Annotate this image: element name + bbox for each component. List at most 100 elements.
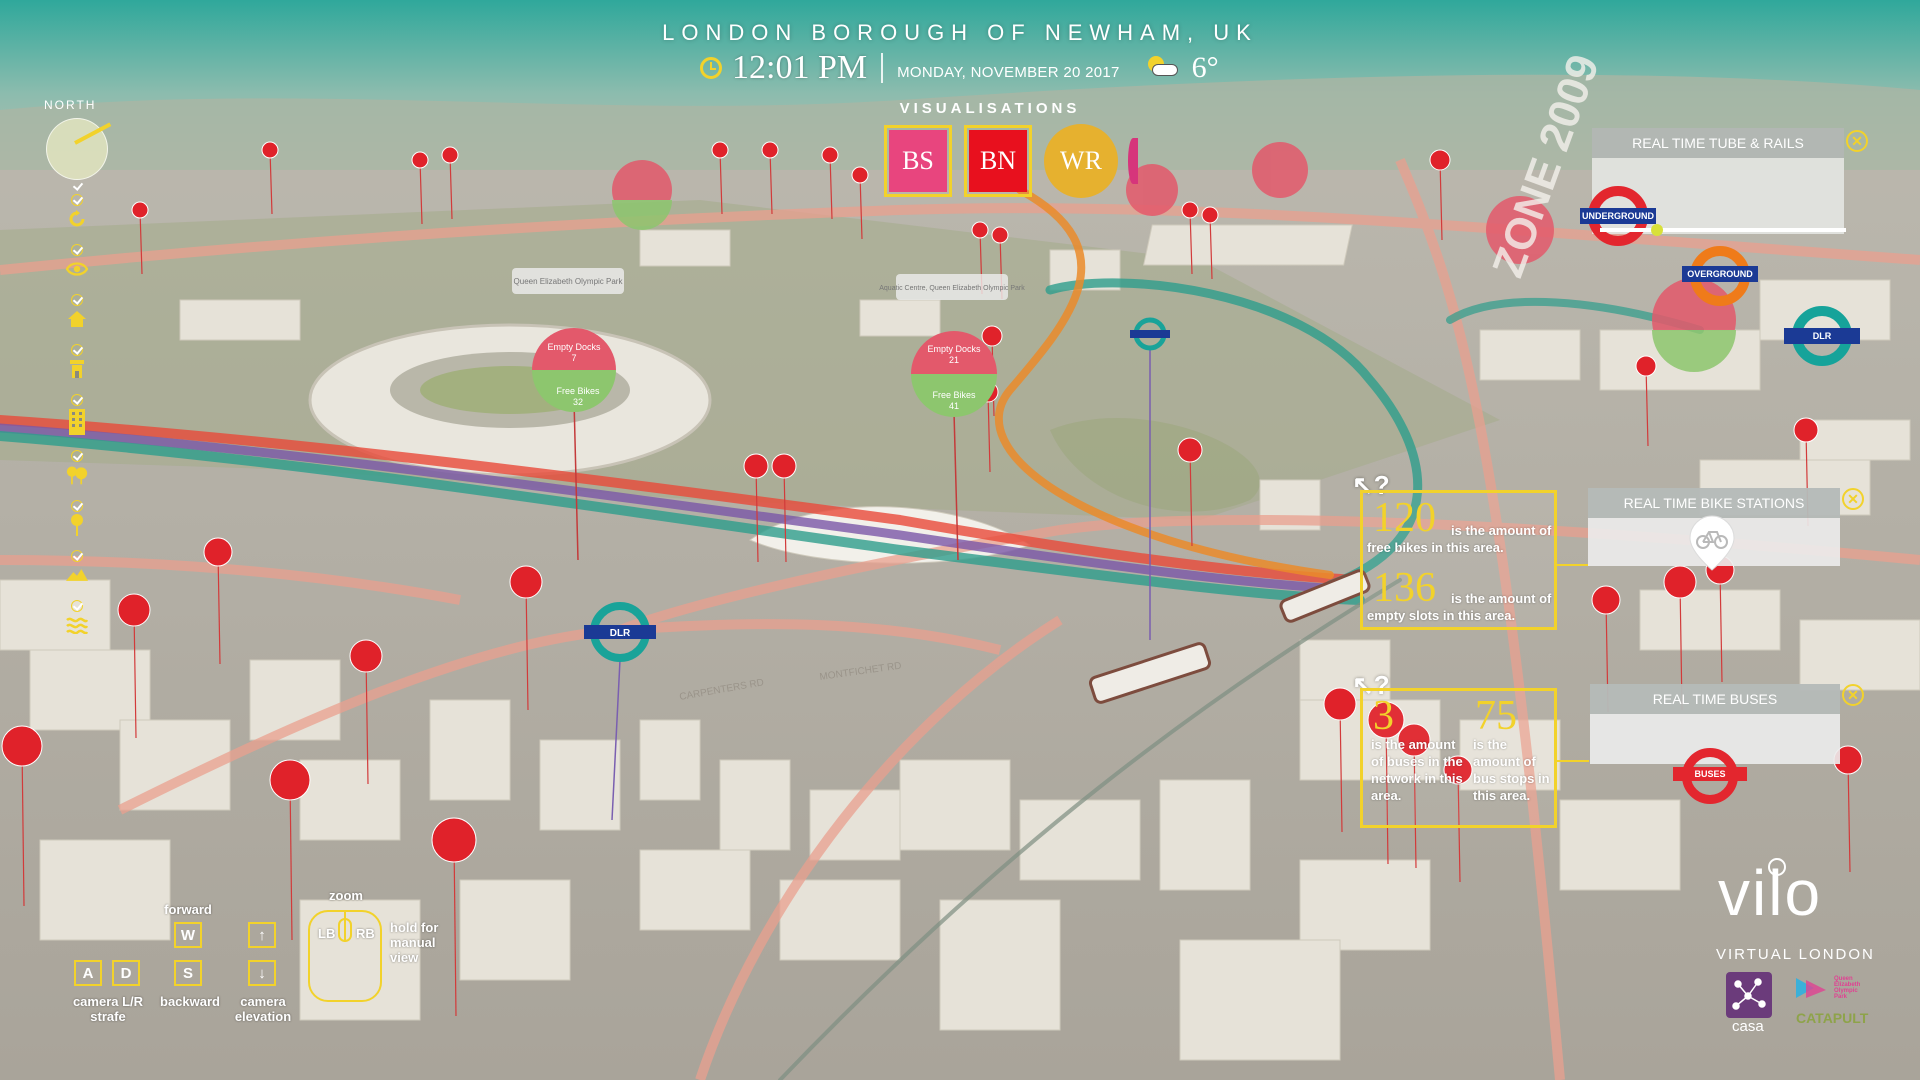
water-icon[interactable]: [66, 614, 88, 636]
bus-stop-pin[interactable]: [269, 759, 311, 801]
vis-button-bn[interactable]: BN: [964, 125, 1032, 197]
bus-stop-pin[interactable]: [971, 221, 989, 239]
tool-trees[interactable]: [62, 450, 92, 496]
check-icon[interactable]: [71, 294, 83, 306]
bus-stop-pin[interactable]: [349, 639, 383, 673]
svg-text:Empty Docks: Empty Docks: [547, 342, 601, 352]
buses-title: REAL TIME BUSES: [1590, 684, 1840, 714]
buses-count: 3: [1373, 693, 1394, 739]
clock-icon: [700, 57, 722, 79]
underground-roundel[interactable]: UNDERGROUND: [1580, 186, 1656, 246]
layer-toolbar: [62, 180, 92, 650]
tool-home[interactable]: [62, 294, 92, 340]
buses-roundel-label: BUSES: [1673, 767, 1747, 781]
refresh-icon[interactable]: [66, 208, 88, 230]
bus-stop-pin[interactable]: [981, 325, 1003, 347]
buses-panel: REAL TIME BUSES BUSES: [1590, 684, 1840, 804]
building-icon[interactable]: [66, 358, 88, 380]
bus-stop-pin[interactable]: [117, 593, 151, 627]
key-up: ↑: [248, 922, 276, 948]
bus-stop-pin[interactable]: [441, 146, 459, 164]
bus-stop-pin[interactable]: [261, 141, 279, 159]
underground-label: UNDERGROUND: [1580, 208, 1656, 224]
bus-stop-pin[interactable]: [711, 141, 729, 159]
elevation-label: camera elevation: [234, 994, 292, 1024]
close-tube-panel-button[interactable]: ✕: [1846, 130, 1868, 152]
close-buses-panel-button[interactable]: ✕: [1842, 684, 1864, 706]
bus-stop-pin[interactable]: [203, 537, 233, 567]
pin-icon[interactable]: [66, 514, 88, 536]
svg-text:41: 41: [949, 401, 959, 411]
overground-label: OVERGROUND: [1682, 266, 1758, 282]
check-icon[interactable]: [71, 394, 83, 406]
svg-text:Queen Elizabeth Olympic Park: Queen Elizabeth Olympic Park: [514, 277, 624, 286]
lb-label: LB: [318, 926, 336, 941]
buses-roundel[interactable]: BUSES: [1673, 748, 1747, 804]
divider: [881, 53, 884, 83]
bus-stop-pin[interactable]: [821, 146, 839, 164]
vis-button-label: BN: [969, 130, 1027, 192]
check-icon[interactable]: [71, 450, 83, 462]
check-icon[interactable]: [71, 180, 83, 192]
bus-stop-pin[interactable]: [1635, 355, 1657, 377]
bus-stop-pin[interactable]: [1429, 149, 1451, 171]
bus-stop-pin[interactable]: [1591, 585, 1621, 615]
bus-stop-pin[interactable]: [1181, 201, 1199, 219]
dlr-roundel[interactable]: DLR: [1784, 306, 1860, 366]
empty-slots-text: is the amount of empty slots in this are…: [1367, 591, 1552, 623]
vis-button-partial[interactable]: [1128, 138, 1138, 184]
tool-refresh[interactable]: [62, 180, 92, 240]
check-icon[interactable]: [71, 344, 83, 356]
mountain-icon[interactable]: [66, 564, 88, 586]
bus-stop-pin[interactable]: [851, 166, 869, 184]
current-date: MONDAY, NOVEMBER 20 2017: [897, 63, 1120, 81]
bus-stop-pin[interactable]: [1201, 206, 1219, 224]
tool-water[interactable]: [62, 600, 92, 646]
tool-buildings[interactable]: [62, 344, 92, 390]
vis-button-bs[interactable]: BS: [884, 125, 952, 197]
strafe-label: camera L/R strafe: [72, 994, 144, 1024]
forward-label: forward: [164, 902, 212, 917]
check-icon[interactable]: [71, 600, 83, 612]
eye-icon[interactable]: [66, 258, 88, 280]
olympic-park-logo: [1796, 976, 1832, 1000]
bus-stop-pin[interactable]: [743, 453, 769, 479]
mouse-icon: LB RB: [308, 910, 382, 1002]
vis-button-wr[interactable]: WR: [1044, 124, 1118, 198]
bus-stop-pin[interactable]: [509, 565, 543, 599]
compass-icon[interactable]: [46, 118, 112, 180]
svg-text:32: 32: [573, 397, 583, 407]
tube-rails-panel: REAL TIME TUBE & RAILS UNDERGROUND OVERG…: [1580, 128, 1860, 366]
tower-block-icon[interactable]: [66, 408, 88, 436]
time-slider[interactable]: [1600, 224, 1846, 236]
bus-stops-count: 75: [1475, 693, 1517, 739]
svg-text:Empty Docks: Empty Docks: [927, 344, 981, 354]
bus-stop-pin[interactable]: [431, 817, 477, 863]
tool-tower-blocks[interactable]: [62, 394, 92, 446]
bus-stop-pin[interactable]: [771, 453, 797, 479]
svg-text:Free Bikes: Free Bikes: [932, 390, 976, 400]
bike-pin-icon[interactable]: [1688, 514, 1736, 577]
casa-logo: [1726, 972, 1772, 1018]
bus-stop-pin[interactable]: [411, 151, 429, 169]
current-time: 12:01 PM: [732, 49, 868, 86]
close-bike-panel-button[interactable]: ✕: [1842, 488, 1864, 510]
key-down: ↓: [248, 960, 276, 986]
trees-icon[interactable]: [66, 464, 88, 486]
tool-visibility[interactable]: [62, 244, 92, 290]
catapult-logo: CATAPULT: [1796, 1010, 1869, 1026]
bus-stop-pin[interactable]: [761, 141, 779, 159]
tool-terrain[interactable]: [62, 550, 92, 596]
check-icon[interactable]: [71, 550, 83, 562]
check-icon[interactable]: [71, 244, 83, 256]
bus-stop-pin[interactable]: [991, 226, 1009, 244]
check-icon[interactable]: [71, 194, 83, 206]
bus-stop-pin[interactable]: [1793, 417, 1819, 443]
home-icon[interactable]: [66, 308, 88, 330]
tool-points[interactable]: [62, 500, 92, 546]
bus-stop-pin[interactable]: [1177, 437, 1203, 463]
bus-stop-pin[interactable]: [131, 201, 149, 219]
bus-stop-pin[interactable]: [1, 725, 43, 767]
overground-roundel[interactable]: OVERGROUND: [1682, 246, 1758, 306]
check-icon[interactable]: [71, 500, 83, 512]
